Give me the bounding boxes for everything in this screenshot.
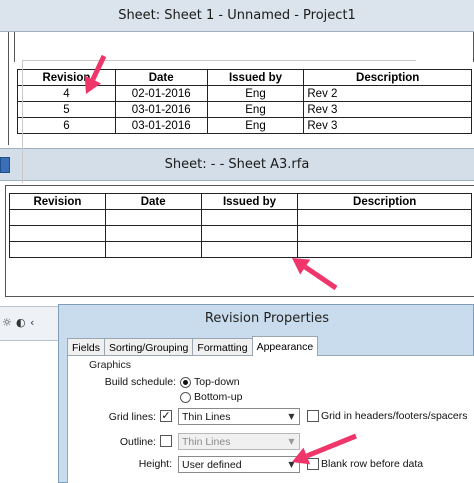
tab-sorting-grouping[interactable]: Sorting/Grouping (104, 338, 194, 356)
cell-empty[interactable] (200, 241, 299, 258)
cell-empty[interactable] (297, 209, 472, 226)
chevron-down-icon: ▼ (288, 460, 295, 469)
document-icon (0, 157, 10, 173)
schedule-header-row: Revision Date Issued by Description (9, 193, 472, 210)
shadows-icon[interactable]: ◐ (16, 316, 26, 329)
top-down-label[interactable]: Top-down (194, 376, 240, 388)
table-row[interactable] (9, 225, 472, 242)
graphics-group-box (22, 60, 416, 183)
outline-checkbox[interactable] (160, 435, 172, 447)
outline-value: Thin Lines (182, 435, 231, 448)
outline-label: Outline: (119, 436, 156, 448)
tab-formatting[interactable]: Formatting (192, 338, 253, 356)
tab-fields[interactable]: Fields (67, 338, 106, 356)
grid-lines-value: Thin Lines (182, 410, 231, 423)
blank-row-checkbox[interactable] (307, 458, 319, 470)
header-revision: Revision (9, 193, 106, 210)
top-down-radio[interactable] (180, 377, 191, 388)
header-description: Description (297, 193, 472, 210)
tab-appearance[interactable]: Appearance (251, 336, 319, 356)
cell-empty[interactable] (104, 209, 202, 226)
cell-empty[interactable] (200, 209, 299, 226)
grid-in-headers-checkbox[interactable] (307, 410, 319, 422)
project-browser-panel (0, 340, 60, 483)
cell-empty[interactable] (297, 225, 472, 242)
chevron-down-icon: ▼ (288, 412, 295, 421)
cell-empty[interactable] (104, 241, 202, 258)
bottom-up-label[interactable]: Bottom-up (194, 391, 242, 403)
chevron-down-icon: ▼ (288, 437, 295, 446)
dialog-tabs: Fields Sorting/Grouping Formatting Appea… (67, 336, 319, 356)
dialog-title: Revision Properties (204, 310, 330, 326)
grid-lines-checkbox[interactable]: ✓ (160, 410, 172, 422)
chevron-left-icon[interactable]: ‹ (30, 316, 34, 329)
cell-empty[interactable] (297, 241, 472, 258)
grid-in-headers-label[interactable]: Grid in headers/footers/spacers (321, 410, 468, 422)
height-label: Height: (138, 458, 172, 470)
height-dropdown[interactable]: User defined ▼ (178, 456, 300, 473)
header-issued-by: Issued by (200, 193, 299, 210)
cell-empty[interactable] (200, 225, 299, 242)
table-row[interactable] (9, 209, 472, 226)
grid-lines-dropdown[interactable]: Thin Lines ▼ (178, 408, 300, 425)
height-value: User defined (182, 458, 242, 471)
revision-schedule-sheet-a3[interactable]: Revision Date Issued by Description (9, 193, 472, 258)
bottom-up-radio[interactable] (180, 392, 191, 403)
grid-lines-label: Grid lines: (108, 411, 156, 423)
sheet1-frame (14, 32, 474, 62)
cell-empty[interactable] (9, 241, 106, 258)
graphics-group-label: Graphics (86, 359, 135, 371)
table-row[interactable] (9, 241, 472, 258)
cell-empty[interactable] (9, 225, 106, 242)
blank-row-label[interactable]: Blank row before data (321, 458, 423, 470)
sun-path-icon[interactable]: ☼ (2, 316, 12, 329)
header-date: Date (104, 193, 202, 210)
sheet1-title: Sheet: Sheet 1 - Unnamed - Project1 (0, 0, 474, 32)
build-schedule-label: Build schedule: (104, 376, 176, 388)
outline-dropdown[interactable]: Thin Lines ▼ (178, 433, 300, 450)
sheet1-frame-edge (8, 32, 9, 145)
cell-empty[interactable] (9, 209, 106, 226)
cell-empty[interactable] (104, 225, 202, 242)
